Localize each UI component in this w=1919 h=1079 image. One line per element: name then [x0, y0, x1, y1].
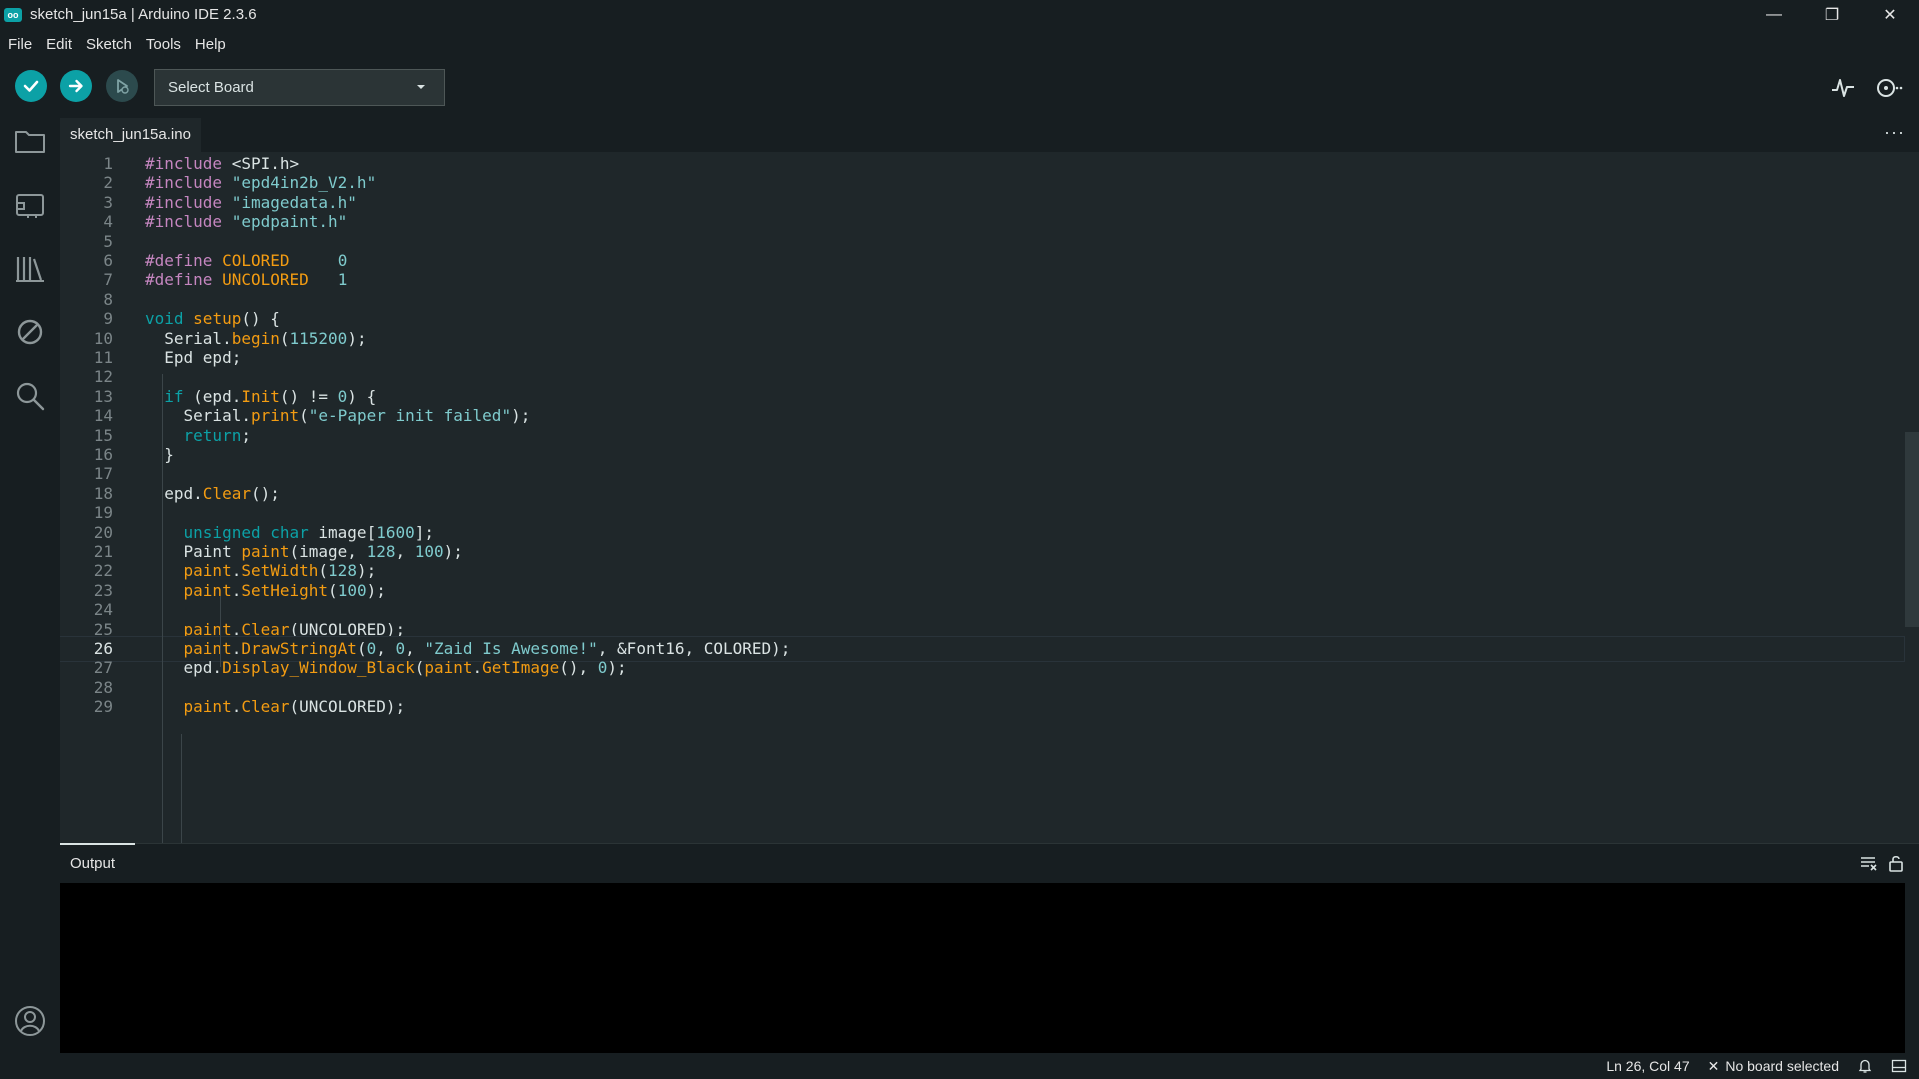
toolbar: Select Board [0, 59, 1919, 118]
board-icon [16, 194, 44, 218]
menu-bar: File Edit Sketch Tools Help [0, 29, 1919, 59]
verify-button[interactable] [15, 70, 47, 102]
status-bar: Ln 26, Col 47 ✕ No board selected [0, 1053, 1919, 1079]
serial-plotter-button[interactable] [1828, 73, 1858, 103]
line-number: 29 [93, 697, 113, 717]
indent-guide [162, 374, 163, 843]
window-title: sketch_jun15a | Arduino IDE 2.3.6 [30, 6, 257, 23]
notifications-button[interactable] [1857, 1058, 1873, 1074]
tab-label: sketch_jun15a.ino [70, 126, 191, 143]
library-icon [16, 257, 44, 282]
account-icon [15, 1006, 45, 1036]
board-status[interactable]: ✕ No board selected [1708, 1058, 1839, 1075]
activity-bar [0, 118, 60, 1059]
cursor-position[interactable]: Ln 26, Col 47 [1606, 1058, 1689, 1074]
library-manager-button[interactable] [12, 251, 48, 287]
toggle-panel-button[interactable] [1891, 1058, 1907, 1074]
sketchbook-button[interactable] [12, 123, 48, 159]
panel-tab-indicator [60, 843, 135, 845]
debug-panel-button[interactable] [12, 314, 48, 350]
boards-manager-button[interactable] [12, 187, 48, 223]
code-text: paint.Clear(UNCOLORED); [183, 697, 406, 717]
restore-button[interactable]: ❐ [1803, 0, 1861, 29]
lock-icon[interactable] [1887, 854, 1905, 872]
indent-guide [220, 596, 221, 667]
debug-icon [117, 79, 129, 94]
search-button[interactable] [12, 378, 48, 414]
menu-file[interactable]: File [8, 34, 32, 55]
arduino-logo-icon: oo [4, 7, 22, 22]
editor-tab-bar: sketch_jun15a.ino ··· [60, 118, 1919, 152]
output-panel-title[interactable]: Output [70, 855, 115, 872]
code-editor[interactable]: 1 #include <SPI.h> 2 #include "epd4in2b_V2.… [60, 152, 1919, 843]
clear-output-icon[interactable] [1859, 854, 1879, 872]
debug-icon [17, 319, 43, 345]
title-bar: oo sketch_jun15a | Arduino IDE 2.3.6 — ❐… [0, 0, 1919, 29]
chevron-down-icon [417, 85, 425, 89]
output-console[interactable] [60, 883, 1905, 1053]
tab-sketch-file[interactable]: sketch_jun15a.ino [60, 118, 201, 152]
account-button[interactable] [12, 1003, 48, 1039]
code-line[interactable]: 29 paint.Clear(UNCOLORED); [60, 695, 1904, 719]
debug-button[interactable] [106, 70, 138, 102]
output-panel-header: Output [60, 843, 1919, 883]
more-actions-icon[interactable]: ··· [1884, 122, 1905, 143]
editor-scrollbar[interactable] [1905, 152, 1919, 843]
close-icon: ✕ [1707, 1057, 1720, 1074]
menu-edit[interactable]: Edit [46, 34, 72, 55]
board-selector-label: Select Board [168, 79, 254, 96]
menu-sketch[interactable]: Sketch [86, 34, 132, 55]
indent-guide [181, 734, 182, 843]
bell-icon [1858, 1059, 1872, 1073]
serial-monitor-icon [1877, 79, 1903, 97]
editor-scrollbar-thumb[interactable] [1905, 432, 1919, 627]
menu-tools[interactable]: Tools [146, 34, 181, 55]
board-status-label: No board selected [1725, 1058, 1839, 1074]
close-window-button[interactable]: ✕ [1861, 0, 1919, 29]
upload-button[interactable] [60, 70, 92, 102]
menu-help[interactable]: Help [195, 34, 226, 55]
minimize-button[interactable]: — [1745, 0, 1803, 29]
output-panel-actions [1859, 854, 1905, 872]
panel-layout-icon [1891, 1059, 1907, 1073]
serial-monitor-button[interactable] [1873, 73, 1903, 103]
check-icon [23, 80, 39, 92]
folder-icon [15, 131, 45, 153]
search-icon [16, 382, 45, 411]
window-controls: — ❐ ✕ [1745, 0, 1919, 29]
board-selector[interactable]: Select Board [154, 69, 445, 106]
arrow-right-icon [68, 79, 83, 93]
plotter-icon [1832, 79, 1854, 97]
